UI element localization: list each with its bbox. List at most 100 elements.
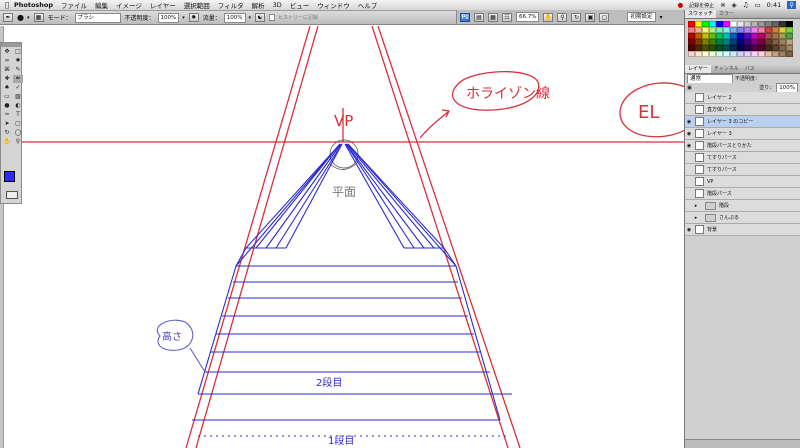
layer-row[interactable]: 階段パース <box>685 188 800 200</box>
menu-app-photoshop[interactable]: Photoshop <box>14 1 53 9</box>
brush-preset-icon[interactable]: ✒ <box>3 13 13 22</box>
quick-mask-icon[interactable] <box>6 191 18 199</box>
menu-file[interactable]: ファイル <box>61 0 87 10</box>
swatch[interactable] <box>772 51 779 57</box>
tab-color[interactable]: カラー <box>716 10 737 18</box>
screen-mode-icon[interactable]: ▢ <box>599 12 610 22</box>
swatch[interactable] <box>688 51 695 57</box>
history-checkbox-group[interactable]: ヒストリーに記録 <box>269 14 318 21</box>
brush-panel-toggle-icon[interactable]: ▦ <box>33 13 44 22</box>
document-canvas[interactable]: VP ホライゾン線 EL 高さ 平面 2段目 1段目 <box>0 26 684 448</box>
3d-rotate-tool-icon[interactable]: ↻ <box>2 129 12 137</box>
zoom-tool-icon-box[interactable]: ⚲ <box>13 138 23 146</box>
menu-select[interactable]: 選択範囲 <box>184 0 210 10</box>
pressure-opacity-icon[interactable]: ✸ <box>188 13 199 22</box>
workspace-chevron-icon[interactable]: ▾ <box>660 14 663 21</box>
layer-row[interactable]: てすりパース <box>685 152 800 164</box>
eye-icon[interactable]: ◉ <box>685 143 693 149</box>
layer-row[interactable]: ◉ レイヤー 3 <box>685 128 800 140</box>
blur-tool-icon[interactable]: ● <box>2 102 12 110</box>
layer-group-row[interactable]: ▸ さんぷる <box>685 212 800 224</box>
opacity-slider-icon[interactable]: ▾ <box>182 15 185 21</box>
shape-tool-icon[interactable]: ▢ <box>13 120 23 128</box>
layer-row[interactable]: ◉ 背景 <box>685 224 800 236</box>
brush-tool-icon[interactable]: ✒ <box>13 75 23 83</box>
tab-swatches[interactable]: スウォッチ <box>685 10 717 18</box>
history-brush-tool-icon[interactable]: ✓ <box>13 84 23 92</box>
swatch[interactable] <box>695 51 702 57</box>
ps-logo-icon[interactable]: Ps <box>460 12 470 22</box>
layer-row[interactable]: てすりパース <box>685 164 800 176</box>
marquee-tool-icon[interactable]: □ <box>13 48 23 56</box>
tab-layers[interactable]: レイヤー <box>685 65 711 73</box>
layer-row[interactable]: ◉ 階段パースとりかた <box>685 140 800 152</box>
type-tool-icon[interactable]: T <box>13 111 23 119</box>
bridge-icon[interactable]: ▤ <box>474 12 484 22</box>
swatch[interactable] <box>758 51 765 57</box>
layer-row[interactable]: ◉ レイヤー 3 のコピー <box>685 116 800 128</box>
lasso-tool-icon[interactable]: ∞ <box>2 57 12 65</box>
pen-tool-icon[interactable]: ✑ <box>2 111 12 119</box>
menu-window[interactable]: ウィンドウ <box>317 0 350 10</box>
clock[interactable]: 0:41 <box>767 1 782 9</box>
menu-layer[interactable]: レイヤー <box>150 0 176 10</box>
eye-icon[interactable]: ◉ <box>685 131 693 137</box>
healing-tool-icon[interactable]: ✚ <box>2 75 12 83</box>
menu-image[interactable]: イメージ <box>116 0 142 10</box>
mini-bridge-icon[interactable]: ▦ <box>488 12 498 22</box>
quick-select-tool-icon[interactable]: ✸ <box>13 57 23 65</box>
move-tool-icon[interactable]: ✥ <box>2 48 12 56</box>
path-select-tool-icon[interactable]: ➤ <box>2 120 12 128</box>
fill-input[interactable]: 100% <box>776 83 798 92</box>
battery-icon[interactable]: ▭ <box>754 1 760 9</box>
gradient-tool-icon[interactable]: ▧ <box>13 93 23 101</box>
crop-tool-icon[interactable]: ⌘ <box>2 66 12 74</box>
layer-row[interactable]: レイヤー 2 <box>685 92 800 104</box>
tab-channels[interactable]: チャンネル <box>711 65 742 73</box>
menu-filter[interactable]: フィルタ <box>218 0 244 10</box>
menu-3d[interactable]: 3D <box>273 1 282 9</box>
menu-view[interactable]: ビュー <box>290 0 310 10</box>
volume-icon[interactable]: ♫ <box>743 1 749 9</box>
menu-edit[interactable]: 編集 <box>95 0 108 10</box>
swatch[interactable] <box>765 51 772 57</box>
hand-tool-icon[interactable]: ✋ <box>543 12 554 22</box>
record-status[interactable]: 記録を停止 <box>689 2 714 9</box>
eye-icon[interactable]: ◉ <box>685 119 693 125</box>
brush-size-picker[interactable]: ● ▾ <box>17 13 30 22</box>
swatch[interactable] <box>716 51 723 57</box>
swatch[interactable] <box>779 51 786 57</box>
opacity-input[interactable]: 100% <box>157 12 180 23</box>
history-checkbox[interactable] <box>269 14 276 21</box>
foreground-color-swatch[interactable] <box>4 171 15 182</box>
eraser-tool-icon[interactable]: ▭ <box>2 93 12 101</box>
layer-group-row[interactable]: ▸ 階段 <box>685 200 800 212</box>
swatch[interactable] <box>730 51 737 57</box>
arrange-documents-icon[interactable]: ▣ <box>585 12 596 22</box>
blend-mode-select[interactable]: 通常 <box>687 74 733 83</box>
disclosure-triangle-icon[interactable]: ▸ <box>693 203 699 209</box>
swatch[interactable] <box>751 51 758 57</box>
flow-input[interactable]: 100% <box>223 12 246 23</box>
flow-slider-icon[interactable]: ▾ <box>249 15 252 21</box>
record-icon[interactable]: ● <box>678 1 684 9</box>
mode-select[interactable]: ブラシ <box>74 12 121 23</box>
extras-icon[interactable]: ☷ <box>502 12 512 22</box>
rotate-view-icon[interactable]: ↻ <box>571 12 582 22</box>
swatch[interactable] <box>737 51 744 57</box>
menu-help[interactable]: ヘルプ <box>358 0 378 10</box>
swatch[interactable] <box>786 51 793 57</box>
zoom-level[interactable]: 66.7% <box>516 12 540 22</box>
hand-tool-icon-box[interactable]: ✋ <box>2 138 12 146</box>
apple-icon[interactable]:  <box>0 1 14 9</box>
swatch[interactable] <box>723 51 730 57</box>
dodge-tool-icon[interactable]: ◐ <box>13 102 23 110</box>
bluetooth-icon[interactable]: ※ <box>720 1 725 9</box>
3d-orbit-tool-icon[interactable]: ◯ <box>13 129 23 137</box>
spotlight-icon[interactable]: ⚲ <box>787 1 796 9</box>
airbrush-icon[interactable]: ☯ <box>255 13 266 22</box>
disclosure-triangle-icon[interactable]: ▸ <box>693 215 699 221</box>
layer-row[interactable]: 直方体パース <box>685 104 800 116</box>
tab-paths[interactable]: パス <box>742 65 758 73</box>
swatch[interactable] <box>709 51 716 57</box>
